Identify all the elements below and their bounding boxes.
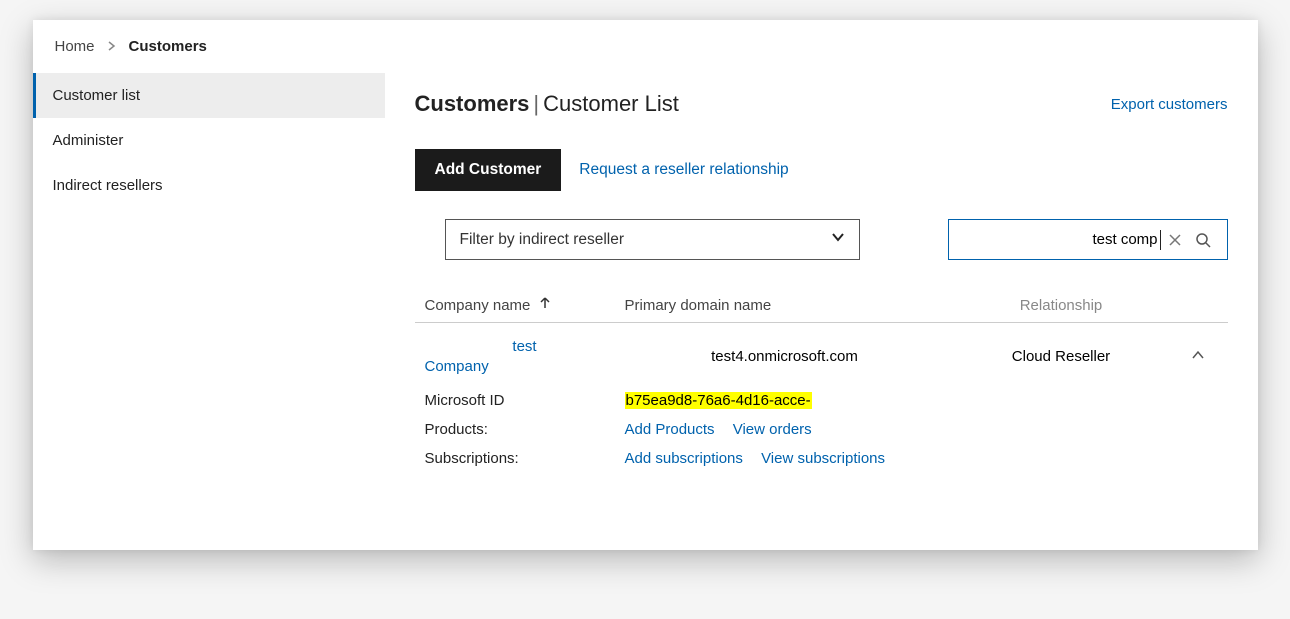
chevron-down-icon <box>831 230 845 249</box>
request-reseller-link[interactable]: Request a reseller relationship <box>579 161 788 179</box>
view-subscriptions-link[interactable]: View subscriptions <box>761 450 885 467</box>
breadcrumb-home[interactable]: Home <box>55 38 95 55</box>
add-products-link[interactable]: Add Products <box>625 421 715 438</box>
sidebar-item-indirect-resellers[interactable]: Indirect resellers <box>33 163 385 208</box>
sidebar-item-administer[interactable]: Administer <box>33 118 385 163</box>
filter-label: Filter by indirect reseller <box>460 231 625 249</box>
page-title: Customers|Customer List <box>415 91 679 117</box>
add-customer-button[interactable]: Add Customer <box>415 149 562 191</box>
sort-asc-icon <box>538 296 552 314</box>
breadcrumb: Home Customers <box>33 20 1258 73</box>
table-header: Company name Primary domain name Relatio… <box>415 288 1228 323</box>
relationship-value: Cloud Reseller <box>945 348 1178 365</box>
detail-microsoft-id: Microsoft ID b75ea9d8-76a6-4d16-acce- <box>415 386 1228 415</box>
microsoft-id-value: b75ea9d8-76a6-4d16-acce- <box>625 392 812 409</box>
export-customers-link[interactable]: Export customers <box>1111 96 1228 113</box>
detail-products: Products: Add Products View orders <box>415 415 1228 444</box>
chevron-right-icon <box>107 38 117 55</box>
view-orders-link[interactable]: View orders <box>733 421 812 438</box>
search-box <box>948 219 1228 260</box>
sidebar: Customer list Administer Indirect resell… <box>33 73 385 545</box>
company-link[interactable]: test Company <box>425 337 625 376</box>
search-icon[interactable] <box>1189 232 1217 248</box>
clear-search-icon[interactable] <box>1161 232 1189 248</box>
filter-indirect-reseller-select[interactable]: Filter by indirect reseller <box>445 219 860 260</box>
app-window: Home Customers Customer list Administer … <box>33 20 1258 550</box>
add-subscriptions-link[interactable]: Add subscriptions <box>625 450 743 467</box>
detail-subscriptions: Subscriptions: Add subscriptions View su… <box>415 444 1228 473</box>
domain-value: test4.onmicrosoft.com <box>625 348 945 365</box>
sidebar-item-customer-list[interactable]: Customer list <box>33 73 385 118</box>
column-primary-domain[interactable]: Primary domain name <box>625 297 945 314</box>
column-relationship[interactable]: Relationship <box>945 297 1178 314</box>
column-company-name[interactable]: Company name <box>425 296 625 314</box>
main-panel: Customers|Customer List Export customers… <box>385 73 1258 545</box>
search-input[interactable] <box>959 230 1161 250</box>
breadcrumb-current: Customers <box>129 38 207 55</box>
collapse-row-icon[interactable] <box>1178 348 1218 366</box>
table-row: test Company test4.onmicrosoft.com Cloud… <box>415 323 1228 386</box>
